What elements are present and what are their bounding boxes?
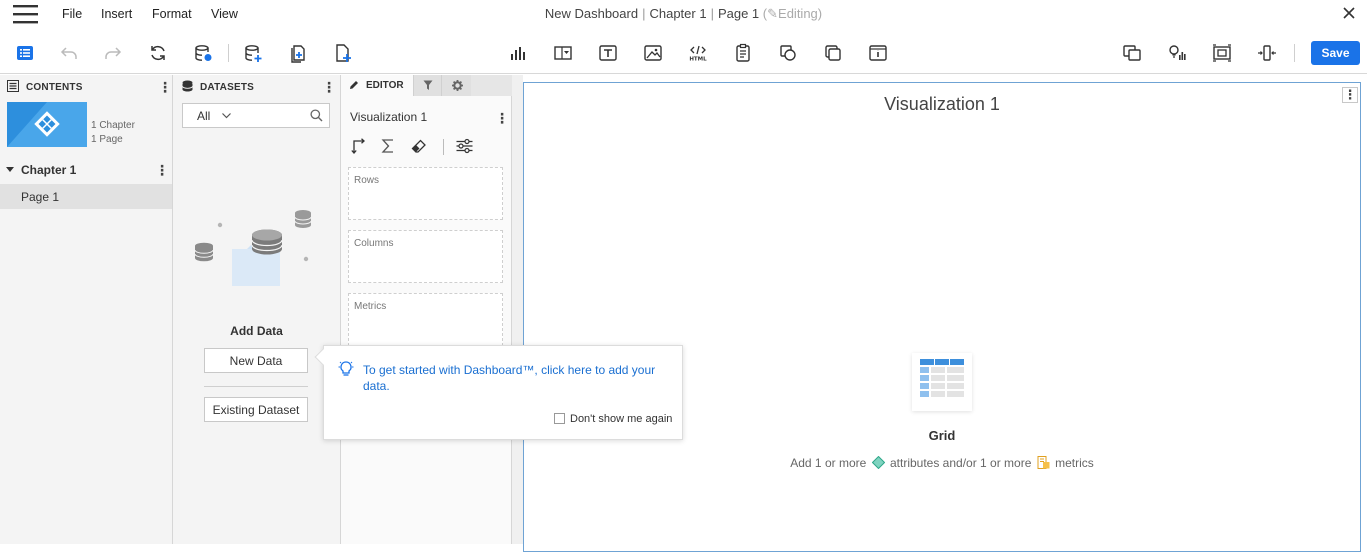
new-page-icon[interactable] [333,43,353,63]
responsive-view-icon[interactable] [1257,43,1277,63]
pencil-icon: ✎ [767,6,779,21]
tooltip-add-data-link[interactable]: To get started with Dashboard™, click he… [363,362,668,394]
toc-toggle-icon[interactable] [15,43,35,63]
divider [204,386,308,387]
caret-down-icon[interactable] [6,167,14,173]
insert-html-icon[interactable]: HTML [688,43,708,63]
datasets-panel: DATASETS ⋮ All Add Data New Data Existin… [173,75,341,544]
rows-label: Rows [354,175,380,186]
chapter-thumbnail[interactable] [7,102,87,147]
gear-icon [452,80,463,91]
database-icon [182,80,193,92]
save-button[interactable]: Save [1311,41,1360,65]
insert-chart-icon[interactable] [508,43,528,63]
metrics-label: Metrics [354,301,387,312]
page-name: Page 1 [717,6,760,21]
redo-icon[interactable] [103,43,123,63]
divider [443,139,444,155]
contents-header: CONTENTS ⋮ [0,75,172,97]
document-title: New Dashboard | Chapter 1 | Page 1 (✎Editing… [544,6,823,21]
existing-dataset-button[interactable]: Existing Dataset [204,397,308,422]
contents-title: CONTENTS [26,82,83,93]
chapter-more-icon[interactable]: ⋮ [155,163,169,177]
visualization-name: Visualization 1 [350,110,428,124]
insert-image-icon[interactable] [643,43,663,63]
tab-filter[interactable] [413,75,441,96]
editing-status: (✎Editing) [762,6,823,21]
page-count: 1 Page [91,134,123,145]
toolbar: HTML Save [0,32,1367,74]
insert-text-icon[interactable] [598,43,618,63]
pencil-icon [349,80,359,90]
rows-drop-zone[interactable]: Rows [348,167,503,220]
chapter-count: 1 Chapter [91,120,135,131]
page-item[interactable]: Page 1 [0,184,172,209]
search-icon[interactable] [310,109,323,122]
list-icon [7,80,19,92]
swap-axes-icon[interactable] [351,138,367,154]
visualization-settings-icon[interactable] [456,138,473,154]
add-dataset-icon[interactable] [243,43,263,63]
visualization-title[interactable]: Visualization 1 [524,94,1360,115]
insert-notes-icon[interactable] [733,43,753,63]
eraser-icon[interactable] [411,138,427,154]
dont-show-checkbox[interactable] [554,413,565,424]
insights-icon[interactable] [1167,43,1187,63]
data-source-icon[interactable] [193,43,213,63]
columns-drop-zone[interactable]: Columns [348,230,503,283]
attribute-icon [871,456,885,469]
add-data-illustration [191,205,316,295]
datasets-header: DATASETS ⋮ [173,75,340,97]
metrics-drop-zone[interactable]: Metrics [348,293,503,346]
insert-information-window-icon[interactable] [868,43,888,63]
page-label: Page 1 [21,190,60,204]
columns-label: Columns [354,238,394,249]
layers-icon[interactable] [1122,43,1142,63]
chevron-down-icon[interactable] [222,113,231,119]
menu-bar: File Insert Format View New Dashboard | Ch… [0,0,1367,30]
funnel-icon [423,80,433,91]
refresh-icon[interactable] [148,43,168,63]
chapter-label: Chapter 1 [21,163,77,177]
hint-text: metrics [1055,456,1094,470]
add-data-title: Add Data [230,324,283,338]
new-data-button[interactable]: New Data [204,348,308,373]
grid-icon [912,353,972,411]
hint-text: attributes and/or 1 or more [889,456,1032,470]
insert-container-icon[interactable] [823,43,843,63]
insert-shape-icon[interactable] [778,43,798,63]
contents-panel: CONTENTS ⋮ 1 Chapter 1 Page Chapter 1 ⋮ … [0,75,173,544]
lightbulb-icon [338,360,354,378]
dashboard-name: New Dashboard [544,6,639,21]
add-objects-hint: Add 1 or more attributes and/or 1 or mor… [524,456,1360,470]
duplicate-page-icon[interactable] [288,43,308,63]
visualization-more-icon[interactable]: ⋮ [495,111,509,125]
tab-editor[interactable]: EDITOR [341,75,413,96]
getting-started-tooltip[interactable]: To get started with Dashboard™, click he… [314,345,683,440]
dont-show-label[interactable]: Don't show me again [570,413,672,425]
tab-editor-label: EDITOR [366,80,404,91]
editor-panel: EDITOR Visualization 1 ⋮ Rows Columns Me… [341,75,512,544]
insert-filter-icon[interactable] [553,43,573,63]
datasets-more-icon[interactable]: ⋮ [322,80,336,94]
datasets-title: DATASETS [200,82,255,93]
dataset-search-box[interactable]: All [182,103,330,128]
visualization-container[interactable]: Visualization 1 ⋮ Grid Add 1 or more att… [523,82,1361,552]
metric-icon [1037,456,1050,469]
chapter-name: Chapter 1 [649,6,707,21]
presentation-mode-icon[interactable] [1212,43,1232,63]
panel-gap [512,75,523,544]
visualization-more-icon[interactable]: ⋮ [1342,87,1358,103]
svg-text:HTML: HTML [689,57,707,63]
dataset-filter-select[interactable]: All [197,109,210,123]
chapter-item[interactable]: Chapter 1 ⋮ [0,160,172,180]
undo-icon[interactable] [59,43,79,63]
sum-icon[interactable] [381,138,395,154]
contents-more-icon[interactable]: ⋮ [158,80,172,94]
hint-text: Add 1 or more [790,456,867,470]
tab-format[interactable] [441,75,471,96]
close-icon[interactable] [1342,6,1356,20]
